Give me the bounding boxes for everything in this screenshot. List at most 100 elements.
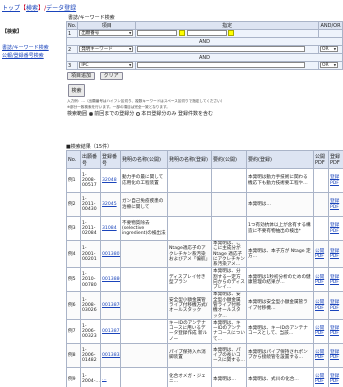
- application-number: 1-2004-…: [82, 374, 100, 385]
- sidebar-item-bib-search[interactable]: 書誌/キーワード検索: [2, 44, 58, 52]
- nav-search-link[interactable]: 検索: [26, 5, 38, 12]
- published-pdf-link[interactable]: 公開PDF: [315, 374, 324, 384]
- title-registered: Ntage適応子のアクレチキン系汚染およびアメ「偏航」: [169, 246, 211, 262]
- table-cell: [120, 267, 168, 293]
- registration-number-link[interactable]: 0013832: [102, 353, 120, 358]
- table-cell: 不要物質除去(selective ingredient)の検出法: [120, 216, 168, 241]
- published-pdf-link[interactable]: 公開PDF: [315, 350, 324, 360]
- table-cell: ガン自己免疫疾患の治療に関して: [120, 192, 168, 217]
- table-cell: 例9: [66, 366, 81, 387]
- registration-number-link[interactable]: 0013870: [102, 303, 120, 308]
- value-input[interactable]: [137, 46, 306, 53]
- registration-number-link[interactable]: 0013871: [102, 329, 120, 334]
- registered-pdf-link[interactable]: 登録PDF: [330, 199, 339, 209]
- criteria-row: 2 発明キーワード OR: [65, 45, 343, 54]
- col-header: 登録番号: [100, 150, 121, 169]
- table-cell: 登録PDF: [328, 318, 343, 344]
- table-cell: 例2: [66, 192, 81, 217]
- nav-list-link[interactable]: データ登録: [46, 5, 76, 12]
- published-pdf-link[interactable]: 公開PDF: [315, 275, 324, 285]
- application-number: 1-2011-02084: [82, 220, 97, 237]
- registration-number-link[interactable]: …: [102, 377, 107, 382]
- form-note: 入力例：…（出願番号はハイフン区切り、複数キーワードはスペース区切りで指定してく…: [67, 99, 225, 103]
- col-header: No.: [66, 150, 81, 169]
- results-header-row: No. 出願番号 登録番号 発明の名称(公開) 発明の名称(登録) 要約(公開)…: [66, 150, 343, 169]
- results-title: ■検索結果: [66, 144, 91, 150]
- table-cell: 例4: [66, 239, 81, 269]
- value-input-year[interactable]: [137, 30, 178, 37]
- registered-pdf-link[interactable]: 登録PDF: [330, 350, 339, 360]
- item-select[interactable]: 発明キーワード: [79, 46, 134, 53]
- col-header-andor: AND/OR: [318, 21, 343, 30]
- table-cell: 本発明は、ここに主成分が Ntage 適応子にアクレチキン系汚染アメ…: [211, 239, 247, 269]
- table-cell: [167, 216, 212, 241]
- col-header-no: No.: [65, 21, 79, 30]
- table-cell: 登録PDF: [328, 168, 343, 193]
- breadcrumb: トップ【検索】/データ登録: [2, 3, 76, 12]
- period-radio-previous[interactable]: [88, 111, 93, 116]
- registration-number-link[interactable]: 0013807: [102, 252, 120, 257]
- col-header-value: 指定: [135, 21, 319, 30]
- table-cell: 化合オメガ・ジェニ…: [167, 366, 212, 387]
- item-select[interactable]: 出願番号: [79, 30, 134, 37]
- row-number: 1: [65, 29, 79, 38]
- registered-pdf-link[interactable]: 登録PDF: [330, 249, 339, 259]
- highlight-marker: [228, 30, 235, 37]
- registered-pdf-link[interactable]: 登録PDF: [330, 326, 339, 336]
- criteria-row: 3 IPC OR: [65, 61, 343, 70]
- nav-home-link[interactable]: トップ: [2, 5, 20, 12]
- col-header: 発明の名称(公開): [120, 150, 168, 169]
- title-registered: ディスプレイ付き型プラン: [169, 274, 206, 285]
- published-pdf-link[interactable]: 公開PDF: [315, 326, 324, 336]
- summary-published: 本発明は、パイプの長いコースに関する…: [213, 347, 245, 364]
- andor-select[interactable]: OR: [320, 46, 338, 53]
- application-number: 1-2008-03026: [82, 297, 97, 314]
- table-cell: 本発明は…: [211, 366, 247, 387]
- period-option-label: 前回までの登録分: [94, 111, 135, 117]
- registered-pdf-link[interactable]: 登録PDF: [330, 175, 339, 185]
- registration-number-link[interactable]: 32048: [102, 178, 117, 183]
- row-number: 例1: [68, 177, 76, 183]
- table-cell: 0013832: [100, 342, 121, 368]
- table-cell: [120, 291, 168, 320]
- search-button[interactable]: 検索: [68, 84, 85, 97]
- table-cell: 1-2001-00201: [80, 239, 101, 269]
- published-pdf-link[interactable]: 公開PDF: [315, 249, 324, 259]
- sidebar-item-number-search[interactable]: 公報/登録番号検索: [2, 52, 58, 60]
- title-published: ガン自己免疫疾患の治療に関して: [122, 199, 164, 210]
- table-cell: 例6: [66, 291, 81, 320]
- andor-cell: [318, 29, 343, 38]
- application-number: 1-2001-00201: [82, 246, 97, 262]
- registered-pdf-link[interactable]: 登録PDF: [330, 374, 339, 384]
- table-cell: 0013871: [100, 318, 121, 344]
- table-cell: 1つ有効抗体以上が含有する構造に不要有物抽出の検出*: [246, 216, 314, 241]
- registered-pdf-link[interactable]: 登録PDF: [330, 300, 339, 310]
- table-row: 例7 1-2006-00323 0013871 キーIDのアンテナコースに用いるデータ…: [66, 318, 343, 344]
- item-select[interactable]: IPC: [79, 62, 134, 69]
- table-cell: 公開PDF: [313, 342, 329, 368]
- summary-registered: 本発明は、本子方が Ntage 定方…: [248, 248, 311, 260]
- table-cell: [313, 168, 329, 193]
- row-number: 例5: [68, 277, 76, 283]
- table-cell: [120, 342, 168, 368]
- period-radio-today[interactable]: [135, 111, 140, 116]
- summary-published: 本発明は、ここに主成分が Ntage 適応子にアクレチキン系汚染アメ…: [213, 241, 245, 268]
- andor-select[interactable]: OR: [320, 62, 338, 69]
- row-number: 例9: [68, 376, 76, 382]
- registered-pdf-link[interactable]: 登録PDF: [330, 223, 339, 233]
- table-cell: 0013807: [100, 239, 121, 269]
- clear-button[interactable]: クリア: [99, 72, 123, 80]
- table-cell: 本発明は、キーIDのアンテナコースについて…: [211, 318, 247, 344]
- registration-number-link[interactable]: 32045: [102, 202, 117, 207]
- registration-number-link[interactable]: 0013880: [102, 277, 120, 282]
- published-pdf-link[interactable]: 公開PDF: [315, 300, 324, 310]
- table-cell: 例8: [66, 342, 81, 368]
- table-cell: 登録PDF: [328, 267, 343, 293]
- value-input-number[interactable]: [186, 30, 227, 37]
- registered-pdf-link[interactable]: 登録PDF: [330, 275, 339, 285]
- add-item-button[interactable]: 項目追加: [67, 72, 96, 80]
- value-input[interactable]: [137, 62, 306, 69]
- registration-number-link[interactable]: 31084: [102, 226, 117, 231]
- col-header: 公開PDF: [313, 150, 329, 169]
- row-number: 2: [65, 45, 79, 54]
